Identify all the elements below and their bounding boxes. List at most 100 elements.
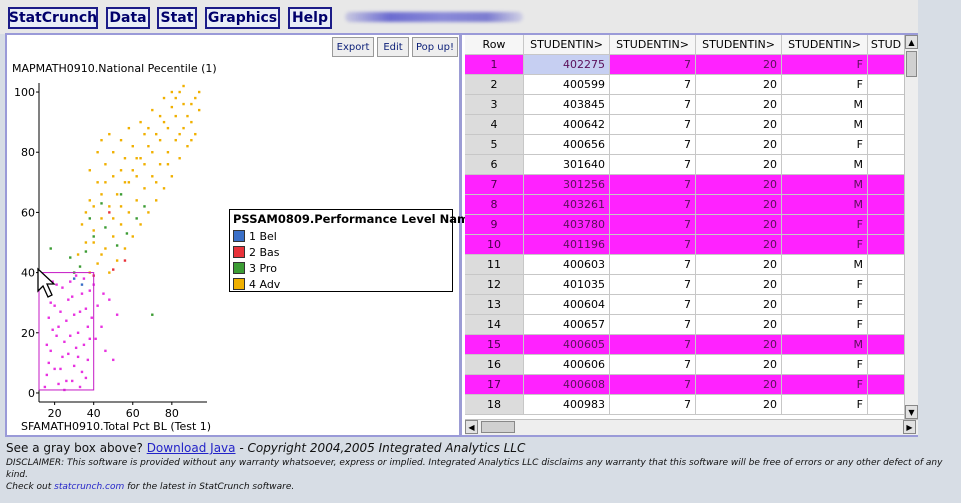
column-header[interactable]: STUDENTIN> [696,35,782,55]
table-cell[interactable]: 400656 [524,135,610,155]
table-row[interactable]: 13 400604 7 20 F [465,295,905,315]
scroll-left-icon[interactable]: ◀ [465,420,478,434]
table-cell[interactable]: F [782,235,868,255]
scroll-up-icon[interactable]: ▲ [905,35,918,49]
table-cell[interactable]: F [782,295,868,315]
table-cell[interactable]: M [782,95,868,115]
row-number[interactable]: 7 [465,175,524,195]
row-number[interactable]: 10 [465,235,524,255]
horizontal-scrollbar[interactable]: ◀ ▶ [465,419,918,435]
table-cell[interactable]: 7 [610,355,696,375]
table-cell[interactable]: 400606 [524,355,610,375]
table-cell[interactable]: 20 [696,275,782,295]
table-cell[interactable]: 400605 [524,335,610,355]
table-cell[interactable]: 7 [610,295,696,315]
table-cell[interactable]: 7 [610,155,696,175]
table-cell[interactable]: F [782,55,868,75]
table-cell[interactable]: 7 [610,395,696,415]
table-cell[interactable] [868,335,905,355]
table-cell[interactable]: F [782,135,868,155]
menu-statcrunch[interactable]: StatCrunch [8,7,98,29]
table-cell[interactable] [868,55,905,75]
table-cell[interactable]: 7 [610,95,696,115]
menu-data[interactable]: Data [106,7,150,29]
table-cell[interactable] [868,175,905,195]
table-cell[interactable]: 7 [610,275,696,295]
table-cell[interactable] [868,155,905,175]
table-row[interactable]: 1 402275 7 20 F [465,55,905,75]
table-cell[interactable]: M [782,255,868,275]
table-cell[interactable] [868,315,905,335]
table-cell[interactable]: 20 [696,155,782,175]
table-row[interactable]: 15 400605 7 20 M [465,335,905,355]
table-cell[interactable]: 7 [610,235,696,255]
row-number[interactable]: 14 [465,315,524,335]
scroll-right-icon[interactable]: ▶ [903,420,916,434]
table-cell[interactable]: 403780 [524,215,610,235]
table-cell[interactable]: 20 [696,135,782,155]
table-cell[interactable]: 403261 [524,195,610,215]
table-cell[interactable]: F [782,215,868,235]
row-number[interactable]: 6 [465,155,524,175]
table-cell[interactable] [868,255,905,275]
vertical-scrollbar[interactable]: ▲ ▼ [904,35,918,419]
statcrunch-link[interactable]: statcrunch.com [54,482,124,492]
table-cell[interactable]: 301640 [524,155,610,175]
table-row[interactable]: 2 400599 7 20 F [465,75,905,95]
table-cell[interactable]: 400983 [524,395,610,415]
table-cell[interactable] [868,375,905,395]
table-row[interactable]: 6 301640 7 20 M [465,155,905,175]
table-cell[interactable]: F [782,375,868,395]
column-header[interactable]: STUDENTIN> [524,35,610,55]
table-cell[interactable]: F [782,395,868,415]
table-cell[interactable]: M [782,335,868,355]
row-number[interactable]: 2 [465,75,524,95]
table-cell[interactable]: 7 [610,215,696,235]
table-cell[interactable]: 20 [696,95,782,115]
table-row[interactable]: 9 403780 7 20 F [465,215,905,235]
row-number[interactable]: 12 [465,275,524,295]
table-cell[interactable]: 7 [610,335,696,355]
table-cell[interactable]: 20 [696,315,782,335]
table-cell[interactable]: 20 [696,395,782,415]
table-cell[interactable]: 400608 [524,375,610,395]
table-row[interactable]: 10 401196 7 20 F [465,235,905,255]
table-row[interactable]: 7 301256 7 20 M [465,175,905,195]
table-cell[interactable]: 20 [696,335,782,355]
column-header[interactable]: STUD [868,35,905,55]
table-cell[interactable]: M [782,115,868,135]
scroll-down-icon[interactable]: ▼ [905,405,918,419]
popup-button[interactable]: Pop up! [412,37,458,57]
table-cell[interactable]: 7 [610,255,696,275]
table-cell[interactable]: 7 [610,135,696,155]
table-cell[interactable]: F [782,355,868,375]
table-cell[interactable]: 20 [696,375,782,395]
table-row[interactable]: 11 400603 7 20 M [465,255,905,275]
table-cell[interactable]: 20 [696,75,782,95]
horizontal-scroll-thumb[interactable] [481,421,515,433]
download-java-link[interactable]: Download Java [147,441,236,455]
table-row[interactable]: 12 401035 7 20 F [465,275,905,295]
table-row[interactable]: 8 403261 7 20 M [465,195,905,215]
table-row[interactable]: 16 400606 7 20 F [465,355,905,375]
row-number[interactable]: 11 [465,255,524,275]
column-header[interactable]: STUDENTIN> [782,35,868,55]
table-row[interactable]: 3 403845 7 20 M [465,95,905,115]
table-cell[interactable]: 20 [696,295,782,315]
table-row[interactable]: 18 400983 7 20 F [465,395,905,415]
table-cell[interactable] [868,135,905,155]
row-number[interactable]: 9 [465,215,524,235]
table-cell[interactable] [868,195,905,215]
table-cell[interactable]: 7 [610,75,696,95]
row-number[interactable]: 8 [465,195,524,215]
table-cell[interactable]: 402275 [524,55,610,75]
table-cell[interactable] [868,115,905,135]
table-cell[interactable]: F [782,275,868,295]
table-cell[interactable] [868,275,905,295]
row-number[interactable]: 1 [465,55,524,75]
menu-graphics[interactable]: Graphics [205,7,280,29]
row-number[interactable]: 17 [465,375,524,395]
table-cell[interactable]: 301256 [524,175,610,195]
column-header[interactable]: STUDENTIN> [610,35,696,55]
table-cell[interactable]: 403845 [524,95,610,115]
